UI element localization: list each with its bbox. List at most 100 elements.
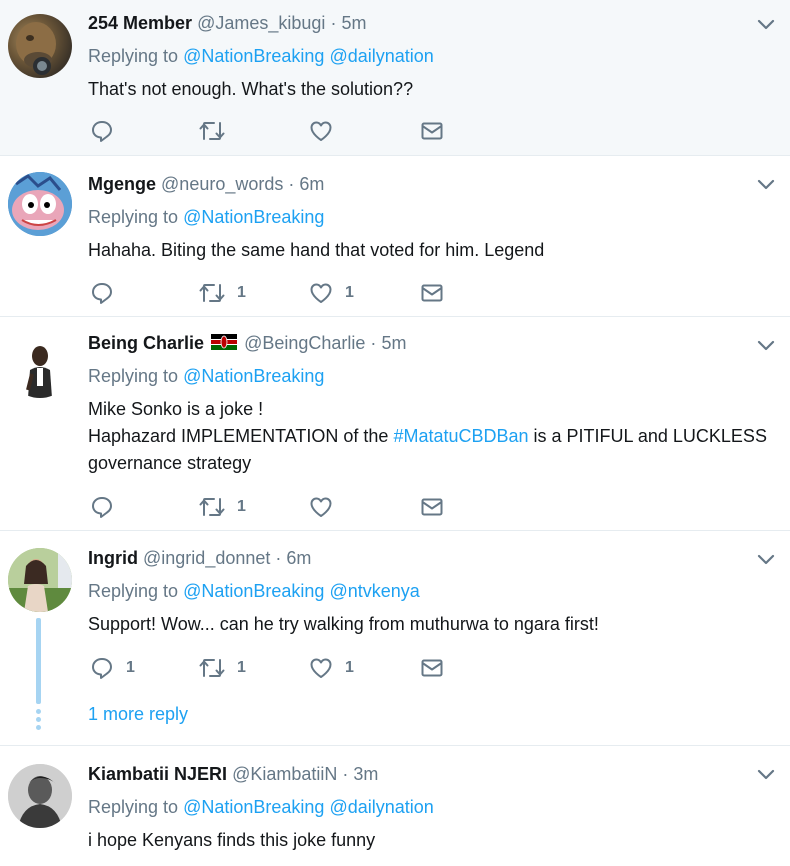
timestamp[interactable]: 5m	[381, 333, 406, 353]
separator-dot: ·	[342, 764, 349, 784]
replying-prefix: Replying to	[88, 366, 179, 386]
tweet[interactable]: Mgenge @neuro_words · 6m Replying to @Na…	[0, 156, 790, 317]
replying-to: Replying to @NationBreaking @dailynation	[88, 45, 770, 67]
like-icon	[310, 658, 332, 678]
tweet-text: That's not enough. What's the solution??	[88, 76, 770, 103]
direct-message-button[interactable]	[420, 118, 444, 144]
display-name[interactable]: Ingrid	[88, 548, 138, 568]
direct-message-icon	[421, 284, 443, 302]
retweet-button[interactable]: 1	[199, 655, 246, 681]
separator-dot: ·	[288, 174, 295, 194]
mention-link[interactable]: @NationBreaking	[183, 581, 324, 601]
show-more-replies-link[interactable]: 1 more reply	[88, 704, 188, 725]
timestamp[interactable]: 6m	[299, 174, 324, 194]
avatar[interactable]	[8, 14, 72, 78]
reply-icon	[92, 497, 112, 518]
tweet-text-line: i hope Kenyans finds this joke funny	[88, 830, 376, 850]
timestamp[interactable]: 5m	[341, 13, 366, 33]
tweet-text-line: That's not enough. What's the solution??	[88, 79, 414, 99]
like-button[interactable]: 1	[309, 655, 354, 681]
retweet-icon	[199, 659, 225, 677]
tweet-header: Ingrid @ingrid_donnet · 6m	[88, 547, 770, 569]
separator-dot: ·	[275, 548, 282, 568]
user-handle[interactable]: @ingrid_donnet	[143, 548, 270, 568]
retweet-button[interactable]: 1	[199, 494, 246, 520]
like-button[interactable]	[309, 118, 345, 144]
tweet-text: Mike Sonko is a joke ! Haphazard IMPLEME…	[88, 396, 770, 477]
mention-link[interactable]: @NationBreaking	[183, 46, 324, 66]
timestamp[interactable]: 6m	[286, 548, 311, 568]
tweet-header: Mgenge @neuro_words · 6m	[88, 173, 770, 195]
tweet[interactable]: 254 Member @James_kibugi · 5m Replying t…	[0, 0, 790, 156]
tweet[interactable]: Kiambatii NJERI @KiambatiiN · 3m Replyin…	[0, 746, 790, 866]
display-name[interactable]: 254 Member	[88, 13, 192, 33]
tweet-text-line: Haphazard IMPLEMENTATION of the #MatatuC…	[88, 423, 770, 450]
direct-message-button[interactable]	[420, 494, 444, 520]
reply-button[interactable]: 1	[90, 655, 135, 681]
mention-link[interactable]: @NationBreaking	[183, 366, 324, 386]
tweet-text-line: governance strategy	[88, 453, 252, 473]
reply-button[interactable]	[90, 118, 126, 144]
avatar[interactable]	[8, 548, 72, 612]
user-handle[interactable]: @BeingCharlie	[244, 333, 365, 353]
retweet-count: 1	[237, 659, 246, 676]
mention-link[interactable]: @dailynation	[329, 797, 433, 817]
thread-connector	[36, 618, 41, 704]
replying-to: Replying to @NationBreaking @ntvkenya	[88, 580, 770, 602]
user-handle[interactable]: @KiambatiiN	[232, 764, 337, 784]
replying-prefix: Replying to	[88, 797, 179, 817]
like-icon	[310, 283, 332, 303]
tweet-text: Support! Wow... can he try walking from …	[88, 611, 770, 638]
tweet[interactable]: Being Charlie @BeingCharlie · 5m Replyin…	[0, 317, 790, 531]
tweet-text-segment: is a PITIFUL and LUCKLESS	[528, 426, 767, 446]
chevron-down-icon[interactable]	[756, 553, 776, 567]
display-name[interactable]: Mgenge	[88, 174, 156, 194]
chevron-down-icon[interactable]	[756, 339, 776, 353]
like-icon	[310, 497, 332, 517]
mention-link[interactable]: @ntvkenya	[329, 581, 419, 601]
avatar-lion-image	[16, 22, 56, 75]
replying-prefix: Replying to	[88, 581, 179, 601]
like-count: 1	[345, 659, 354, 676]
replying-prefix: Replying to	[88, 207, 179, 227]
replying-to: Replying to @NationBreaking	[88, 206, 770, 228]
hashtag-link[interactable]: #MatatuCBDBan	[393, 426, 528, 446]
avatar[interactable]	[8, 172, 72, 236]
chevron-down-icon[interactable]	[756, 768, 776, 782]
mention-link[interactable]: @dailynation	[329, 46, 433, 66]
avatar[interactable]	[8, 764, 72, 828]
tweet-text: Hahaha. Biting the same hand that voted …	[88, 237, 770, 264]
separator-dot: ·	[370, 333, 377, 353]
user-handle[interactable]: @neuro_words	[161, 174, 283, 194]
user-handle[interactable]: @James_kibugi	[197, 13, 325, 33]
display-name[interactable]: Being Charlie	[88, 333, 204, 353]
tweet-text-line: Support! Wow... can he try walking from …	[88, 614, 599, 634]
like-button[interactable]: 1	[309, 280, 354, 306]
direct-message-button[interactable]	[420, 655, 444, 681]
kenya-flag-icon	[211, 334, 238, 350]
like-count: 1	[345, 284, 354, 301]
tweet-text-segment: Haphazard IMPLEMENTATION of the	[88, 426, 394, 446]
avatar-person-image	[8, 548, 72, 612]
avatar[interactable]	[8, 334, 72, 398]
reply-button[interactable]	[90, 280, 126, 306]
mention-link[interactable]: @NationBreaking	[183, 207, 324, 227]
tweet-header: Kiambatii NJERI @KiambatiiN · 3m	[88, 763, 770, 785]
chevron-down-icon[interactable]	[756, 18, 776, 32]
reply-icon	[92, 121, 112, 142]
like-button[interactable]	[309, 494, 345, 520]
reply-count: 1	[126, 659, 135, 676]
display-name[interactable]: Kiambatii NJERI	[88, 764, 227, 784]
tweet[interactable]: Ingrid @ingrid_donnet · 6m Replying to @…	[0, 531, 790, 746]
avatar-cartoon-dog-image	[8, 172, 72, 236]
mention-link[interactable]: @NationBreaking	[183, 797, 324, 817]
direct-message-button[interactable]	[420, 280, 444, 306]
timestamp[interactable]: 3m	[353, 764, 378, 784]
chevron-down-icon[interactable]	[756, 178, 776, 192]
avatar-person-image	[8, 764, 72, 828]
retweet-button[interactable]: 1	[199, 280, 246, 306]
tweet-text-line: Hahaha. Biting the same hand that voted …	[88, 240, 545, 260]
reply-button[interactable]	[90, 494, 126, 520]
avatar-person-image	[8, 334, 72, 398]
retweet-button[interactable]	[199, 118, 237, 144]
